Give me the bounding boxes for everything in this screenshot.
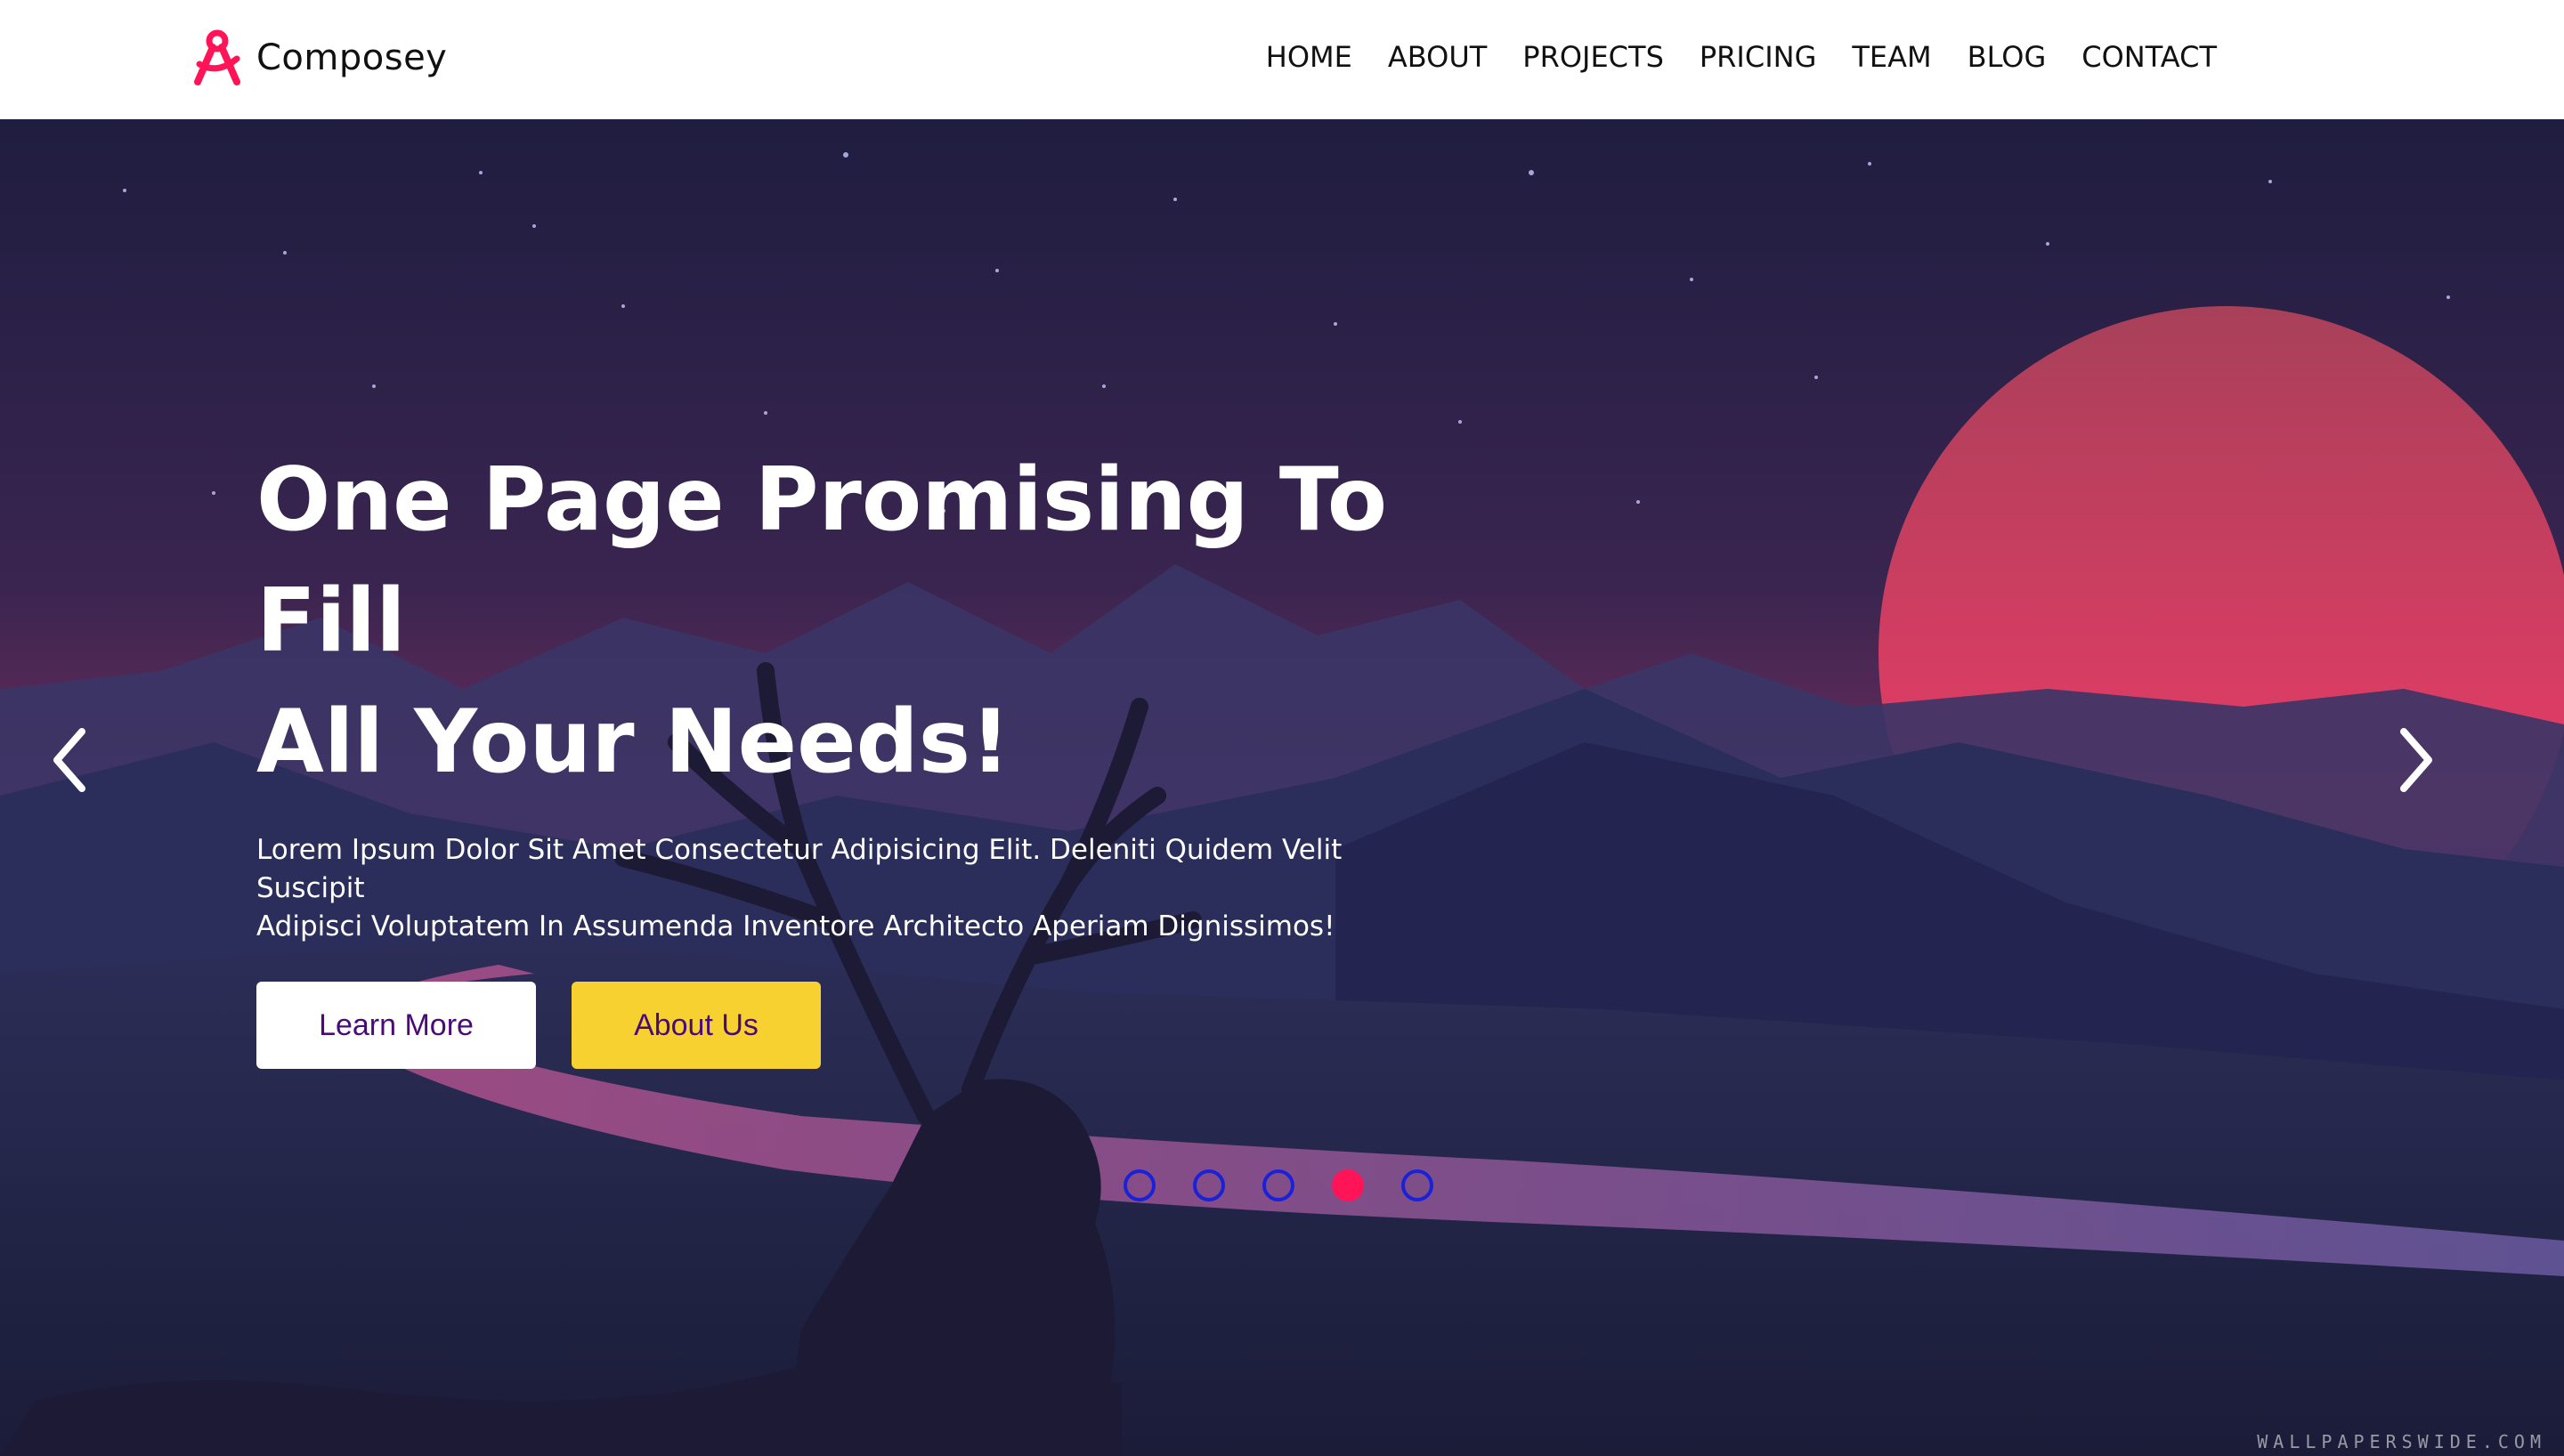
slider-dot-1[interactable] (1124, 1169, 1156, 1201)
hero-slider: One Page Promising To Fill All Your Need… (0, 119, 2564, 1456)
slider-dot-4[interactable] (1332, 1169, 1364, 1201)
hero-description-line-2: Adipisci Voluptatem In Assumenda Invento… (256, 910, 1335, 942)
nav-pricing[interactable]: PRICING (1700, 34, 1816, 80)
slider-dots (1124, 1169, 1433, 1201)
site-header: Composey HOME ABOUT PROJECTS PRICING TEA… (0, 0, 2564, 119)
learn-more-button[interactable]: Learn More (256, 982, 536, 1069)
nav-contact[interactable]: CONTACT (2081, 34, 2217, 80)
brand[interactable]: Composey (189, 27, 447, 89)
slider-dot-5[interactable] (1401, 1169, 1433, 1201)
brand-name: Composey (256, 37, 448, 78)
nav-about[interactable]: ABOUT (1388, 34, 1487, 80)
about-us-button[interactable]: About Us (572, 982, 821, 1069)
chevron-right-icon[interactable] (2388, 724, 2441, 796)
compass-logo-icon (194, 29, 240, 85)
slider-dot-3[interactable] (1262, 1169, 1294, 1201)
hero-content: One Page Promising To Fill All Your Need… (256, 440, 1503, 1069)
chevron-left-icon[interactable] (45, 724, 98, 796)
nav-blog[interactable]: BLOG (1968, 34, 2047, 80)
hero-description-line-1: Lorem Ipsum Dolor Sit Amet Consectetur A… (256, 834, 1343, 904)
slider-dot-2[interactable] (1193, 1169, 1225, 1201)
main-nav: HOME ABOUT PROJECTS PRICING TEAM BLOG CO… (1266, 34, 2217, 80)
hero-title-line-1: One Page Promising To Fill (256, 449, 1388, 672)
hero-title: One Page Promising To Fill All Your Need… (256, 440, 1503, 803)
nav-projects[interactable]: PROJECTS (1522, 34, 1664, 80)
hero-description: Lorem Ipsum Dolor Sit Amet Consectetur A… (256, 831, 1405, 946)
image-watermark: WALLPAPERSWIDE.COM (2257, 1431, 2546, 1452)
hero-buttons: Learn More About Us (256, 982, 1503, 1069)
nav-team[interactable]: TEAM (1852, 34, 1931, 80)
hero-title-line-2: All Your Needs! (256, 692, 1010, 793)
nav-home[interactable]: HOME (1266, 34, 1352, 80)
